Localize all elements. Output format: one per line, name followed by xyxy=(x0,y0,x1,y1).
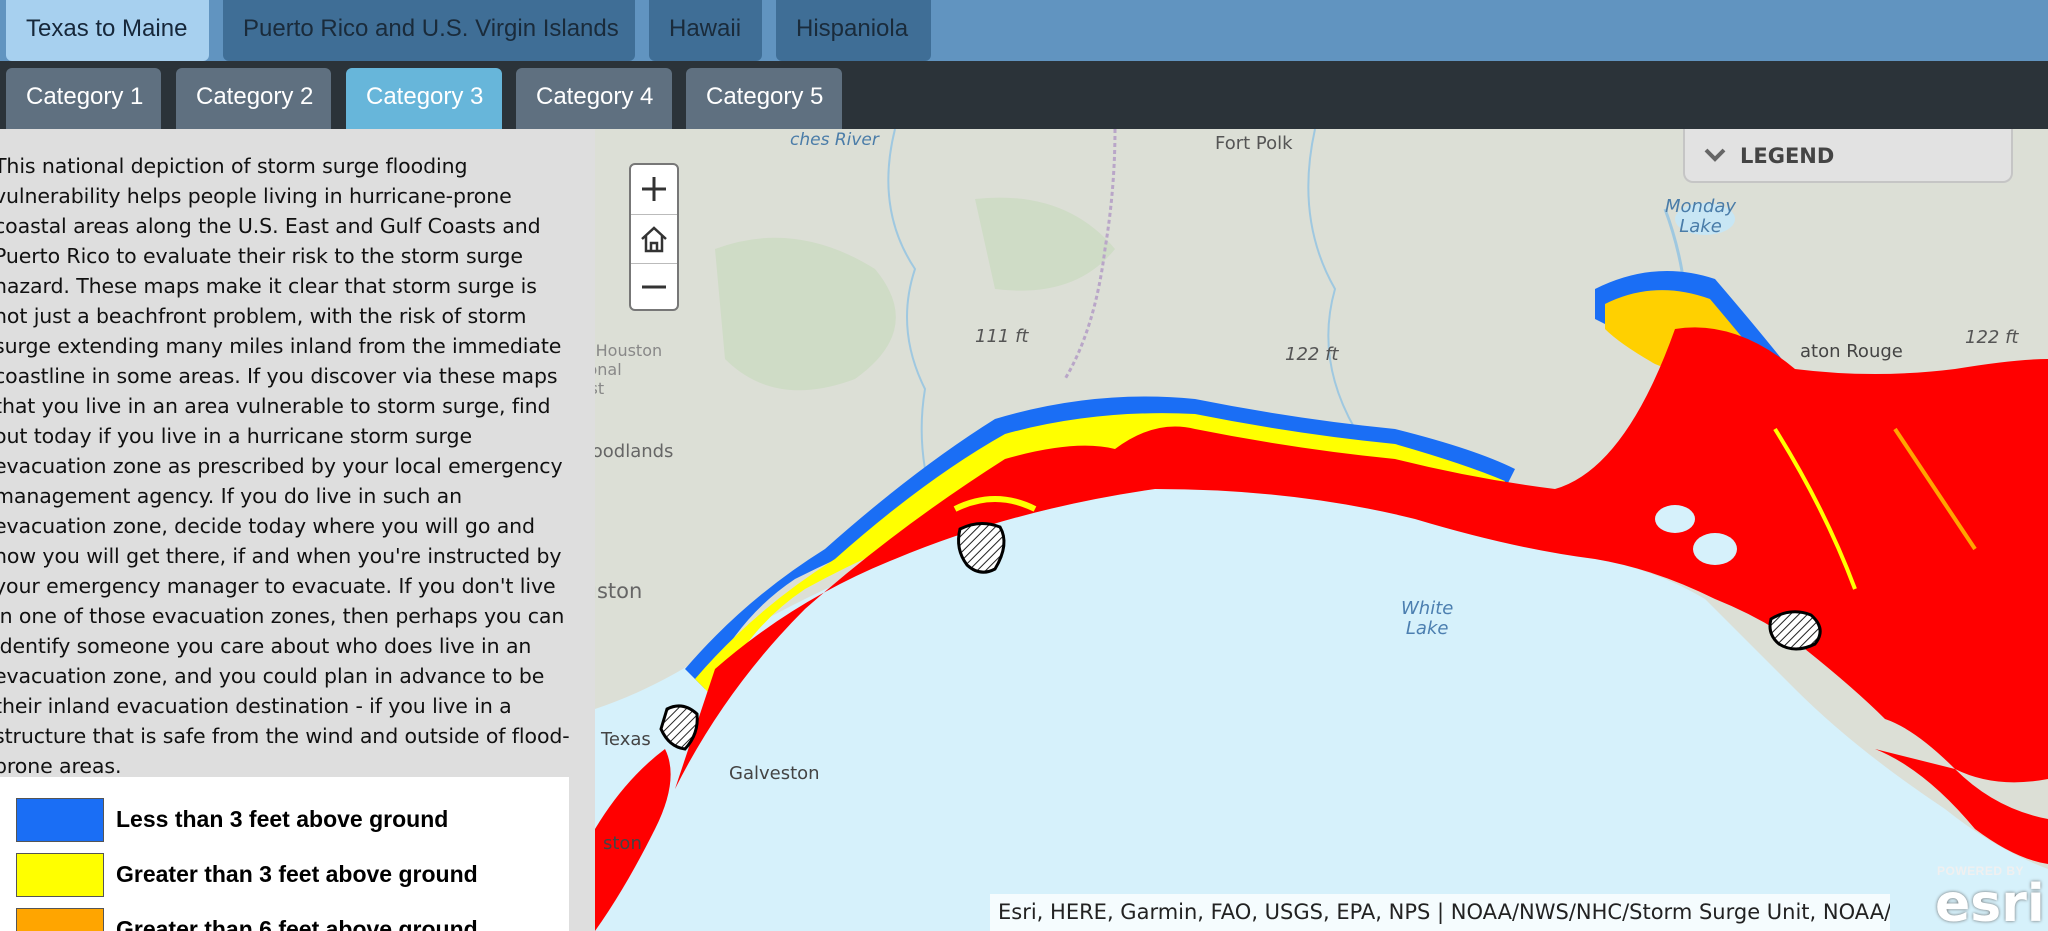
info-sidebar: This national depiction of storm surge f… xyxy=(0,129,595,931)
map-view[interactable]: Fort Polk Monday Lake aton Rouge 111 ft … xyxy=(595,129,2048,931)
home-icon xyxy=(641,226,667,253)
tab-category-3[interactable]: Category 3 xyxy=(346,68,502,129)
tab-puerto-rico-virgin-islands[interactable]: Puerto Rico and U.S. Virgin Islands xyxy=(223,0,635,61)
map-label-monday-lake: Monday Lake xyxy=(1665,196,1737,237)
map-label-baton-rouge: aton Rouge xyxy=(1800,341,1903,362)
minus-icon xyxy=(642,285,666,289)
map-label-houston: Houston xyxy=(595,579,643,603)
zoom-control xyxy=(629,163,679,311)
home-button[interactable] xyxy=(631,214,677,264)
esri-wordmark: esri xyxy=(1935,874,2045,931)
legend-swatch-yellow xyxy=(16,853,104,897)
legend-label: Greater than 6 feet above ground xyxy=(116,916,478,931)
zoom-out-button[interactable] xyxy=(631,263,677,311)
tab-texas-to-maine[interactable]: Texas to Maine xyxy=(6,0,209,61)
legend-item: Greater than 3 feet above ground xyxy=(16,853,556,897)
legend-toggle-label: LEGEND xyxy=(1740,144,1835,168)
esri-logo[interactable]: POWERED BY esri xyxy=(1935,864,2045,931)
legend-toggle[interactable]: LEGEND xyxy=(1683,129,2013,183)
tab-category-4[interactable]: Category 4 xyxy=(516,68,672,129)
legend-label: Greater than 3 feet above ground xyxy=(116,861,478,887)
map-label-elevation: 111 ft xyxy=(975,326,1029,347)
category-tab-bar: Category 1 Category 2 Category 3 Categor… xyxy=(0,61,2048,129)
legend-swatch-orange xyxy=(16,908,104,931)
map-label-texas: Texas xyxy=(601,729,651,750)
zoom-in-button[interactable] xyxy=(631,165,677,213)
map-label-galveston: Galveston xyxy=(729,763,820,784)
map-label-ston: ston xyxy=(603,833,642,854)
tab-category-2[interactable]: Category 2 xyxy=(176,68,331,129)
legend-label: Less than 3 feet above ground xyxy=(116,806,449,832)
tab-hawaii[interactable]: Hawaii xyxy=(649,0,762,61)
map-label-elevation: 122 ft xyxy=(1285,344,1339,365)
plus-icon xyxy=(642,177,666,201)
chevron-down-icon xyxy=(1704,148,1726,162)
tab-category-1[interactable]: Category 1 xyxy=(6,68,161,129)
map-canvas[interactable] xyxy=(595,129,2048,931)
map-label-sam-houston: Sam Houston National Forest xyxy=(595,341,663,398)
map-label-elevation: 122 ft xyxy=(1965,327,2019,348)
map-attribution[interactable]: Esri, HERE, Garmin, FAO, USGS, EPA, NPS … xyxy=(990,894,1890,931)
tab-hispaniola[interactable]: Hispaniola xyxy=(776,0,931,61)
map-label-woodlands: Woodlands xyxy=(595,441,674,462)
legend-item: Less than 3 feet above ground xyxy=(16,798,556,842)
surge-legend: Less than 3 feet above ground Greater th… xyxy=(0,777,569,931)
description-text: This national depiction of storm surge f… xyxy=(0,154,570,778)
map-label-river: ches River xyxy=(790,130,879,150)
tab-category-5[interactable]: Category 5 xyxy=(686,68,842,129)
legend-swatch-blue xyxy=(16,798,104,842)
map-label-white-lake: White Lake xyxy=(1401,598,1454,639)
legend-item: Greater than 6 feet above ground xyxy=(16,908,556,931)
region-tab-bar: Texas to Maine Puerto Rico and U.S. Virg… xyxy=(0,0,2048,61)
map-label-fort-polk: Fort Polk xyxy=(1215,133,1293,154)
